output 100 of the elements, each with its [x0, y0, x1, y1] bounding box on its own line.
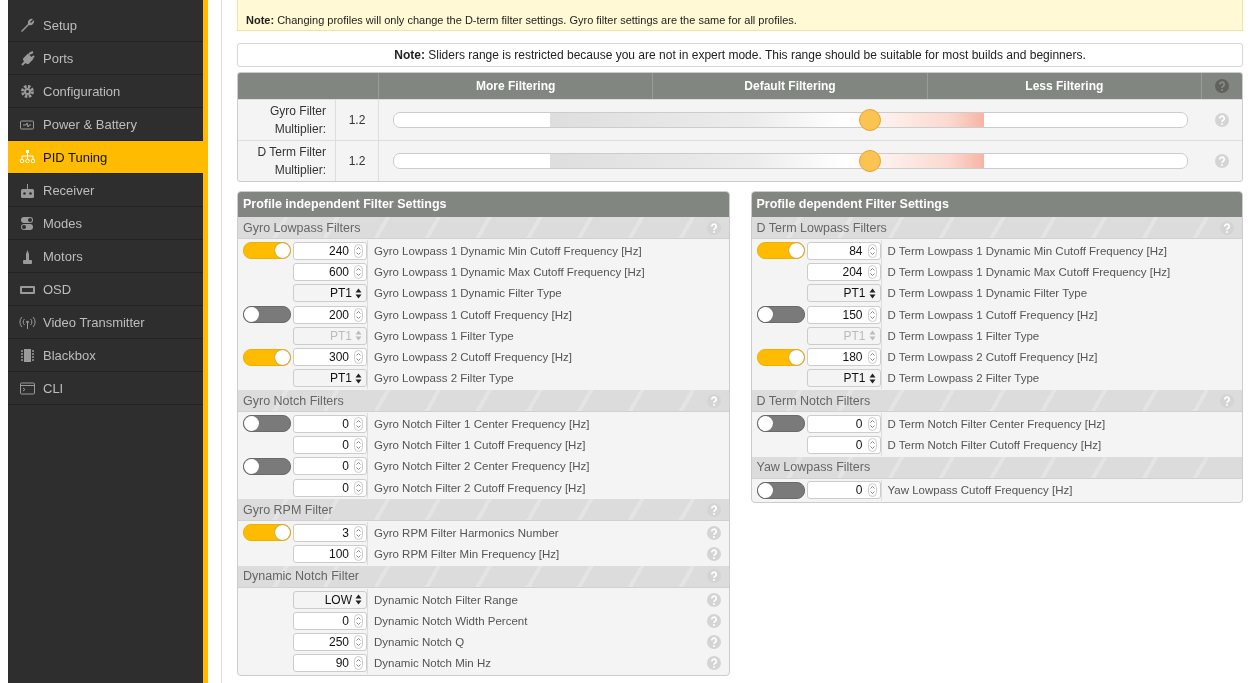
setting-label: Gyro Lowpass 2 Cutoff Frequency [Hz] — [373, 351, 573, 364]
spinner-icon — [354, 438, 363, 452]
number-field[interactable]: 0 — [806, 481, 881, 500]
column-header: Default Filtering — [653, 73, 928, 99]
number-field[interactable]: 0 — [806, 414, 881, 433]
spinner-icon — [354, 635, 363, 650]
toggle-switch[interactable] — [243, 306, 291, 324]
number-field[interactable]: 0 — [293, 611, 367, 630]
sidebar-item[interactable]: OSD — [8, 273, 203, 306]
spinner-icon — [354, 243, 363, 258]
setting-label: D Term Lowpass 1 Dynamic Min Cutoff Frequency [Hz] — [886, 244, 1168, 257]
toggle-switch[interactable] — [243, 242, 291, 260]
select-field[interactable]: PT1 — [806, 284, 881, 303]
number-field[interactable]: 84 — [806, 241, 881, 260]
section-title: D Term Lowpass Filters — [756, 220, 887, 235]
sidebar-item[interactable]: Receiver — [8, 174, 203, 207]
setting-label: Gyro Lowpass 2 Filter Type — [373, 372, 515, 385]
setting-label: D Term Notch Filter Center Frequency [Hz] — [886, 417, 1107, 430]
network-icon — [19, 148, 36, 166]
number-field[interactable]: 3 — [293, 523, 367, 542]
number-field[interactable]: 90 — [293, 654, 367, 673]
toggles-icon — [19, 214, 36, 232]
toggle-switch[interactable] — [243, 524, 291, 542]
select-field[interactable]: PT1 — [293, 284, 367, 303]
section-title: Gyro Notch Filters — [243, 393, 344, 408]
spinner-icon — [354, 480, 363, 495]
number-field[interactable]: 300 — [293, 348, 367, 367]
number-field[interactable]: 100 — [293, 545, 367, 564]
number-field[interactable]: 0 — [806, 436, 881, 454]
sidebar-item[interactable]: PID Tuning — [8, 141, 203, 174]
help-icon — [706, 393, 721, 408]
setting-label: D Term Lowpass 1 Cutoff Frequency [Hz] — [886, 308, 1099, 321]
number-field[interactable]: 200 — [293, 305, 367, 324]
setting-label: Gyro RPM Filter Min Frequency [Hz] — [373, 548, 561, 561]
dropdown-arrows-icon — [868, 330, 876, 342]
help-icon — [1220, 220, 1234, 235]
section-title: Dynamic Notch Filter — [243, 569, 359, 584]
select-field[interactable]: PT1 — [293, 369, 367, 388]
help-icon — [706, 656, 721, 671]
toggle-switch[interactable] — [756, 348, 805, 366]
plug-icon — [19, 49, 36, 67]
toggle-switch[interactable] — [756, 242, 805, 260]
number-field[interactable]: 600 — [293, 262, 367, 281]
sidebar-item[interactable]: Blackbox — [8, 339, 203, 372]
setting-label: Gyro Notch Filter 1 Center Frequency [Hz] — [373, 417, 591, 430]
help-icon — [706, 220, 721, 235]
section-title: Gyro RPM Filter — [243, 502, 333, 517]
column-header: More Filtering — [379, 73, 654, 99]
setting-label: Gyro RPM Filter Harmonics Number — [373, 526, 560, 539]
toggle-switch[interactable] — [243, 415, 291, 433]
panel-title: Profile independent Filter Settings — [238, 192, 729, 217]
number-field[interactable]: 240 — [293, 241, 367, 260]
spinner-icon — [867, 243, 877, 258]
setting-label: Yaw Lowpass Cutoff Frequency [Hz] — [886, 484, 1074, 497]
slider-track[interactable] — [393, 112, 1188, 128]
number-field[interactable]: 250 — [293, 633, 367, 652]
setting-label: Dynamic Notch Min Hz — [373, 657, 492, 670]
number-field[interactable]: 0 — [293, 478, 367, 497]
slider-value: 1.2 — [336, 141, 379, 181]
help-icon — [706, 525, 721, 540]
setting-label: Gyro Lowpass 1 Cutoff Frequency [Hz] — [373, 308, 573, 321]
toggle-switch[interactable] — [243, 457, 291, 475]
slider-thumb[interactable] — [858, 109, 881, 131]
help-icon — [706, 635, 721, 650]
toggle-switch[interactable] — [756, 481, 805, 499]
sidebar-item[interactable]: Modes — [8, 207, 203, 240]
slider-track[interactable] — [393, 153, 1188, 169]
number-field[interactable]: 204 — [806, 262, 881, 281]
help-icon — [1215, 154, 1229, 168]
number-field[interactable]: 0 — [293, 414, 367, 433]
slider-thumb[interactable] — [858, 150, 881, 172]
slider-label: D Term Filter Multiplier: — [238, 141, 336, 181]
dropdown-arrows-icon — [868, 372, 876, 384]
spinner-icon — [354, 547, 363, 562]
spinner-icon — [354, 613, 363, 628]
section-title: Gyro Lowpass Filters — [243, 220, 361, 235]
help-icon — [1215, 113, 1229, 127]
setting-label: D Term Notch Filter Cutoff Frequency [Hz] — [886, 439, 1103, 451]
profile-note: Note: Changing profiles will only change the D-term filter settings. Gyro filter settings are the same for all profiles. — [237, 0, 1243, 31]
setting-label: D Term Lowpass 1 Dynamic Filter Type — [886, 287, 1089, 300]
slider-value: 1.2 — [336, 100, 379, 140]
spinner-icon — [354, 350, 363, 365]
setting-label: Gyro Notch Filter 2 Center Frequency [Hz] — [373, 460, 591, 473]
number-field[interactable]: 150 — [806, 305, 881, 324]
number-field[interactable]: 180 — [806, 348, 881, 367]
toggle-switch[interactable] — [756, 415, 805, 433]
toggle-switch[interactable] — [756, 306, 805, 324]
dropdown-arrows-icon — [355, 330, 362, 342]
number-field[interactable]: 0 — [293, 436, 367, 454]
spinner-icon — [354, 459, 363, 474]
spinner-icon — [354, 307, 363, 322]
remote-control-icon — [19, 181, 36, 199]
dropdown-arrows-icon — [355, 594, 362, 605]
number-field[interactable]: 0 — [293, 457, 367, 476]
toggle-switch[interactable] — [243, 348, 291, 366]
setting-label: D Term Lowpass 2 Filter Type — [886, 372, 1041, 385]
help-icon — [706, 613, 721, 628]
help-icon — [706, 569, 721, 584]
select-field[interactable]: LOW — [293, 590, 367, 609]
select-field[interactable]: PT1 — [806, 369, 881, 388]
